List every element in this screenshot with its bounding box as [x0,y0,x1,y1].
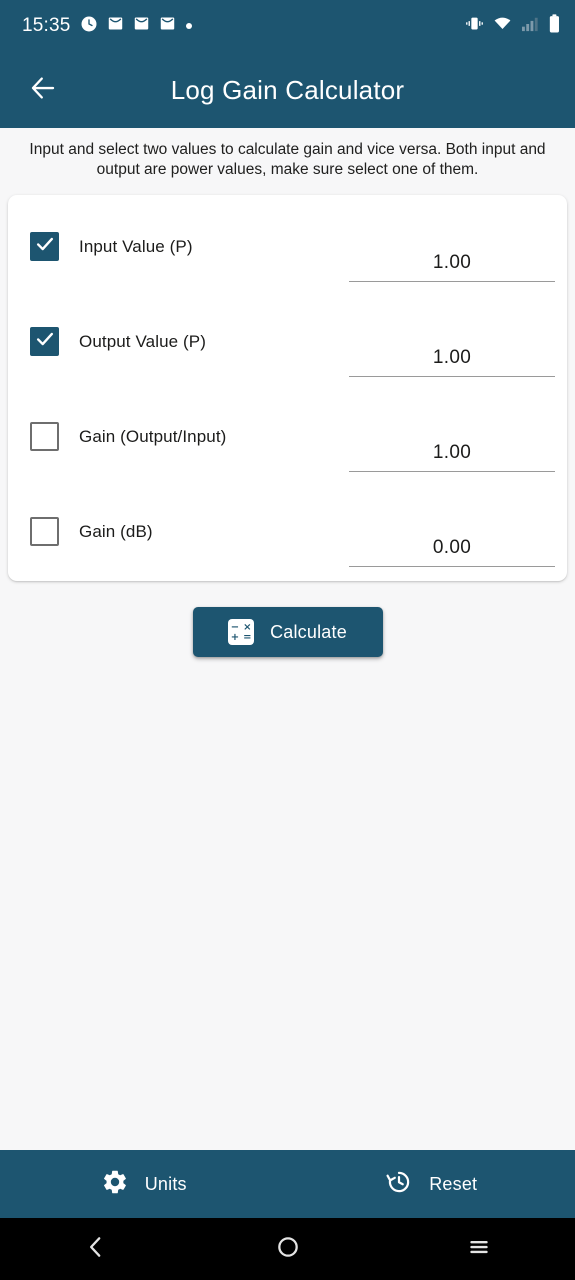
row-left-gain-ratio: Gain (Output/Input) [8,422,349,452]
mail-icon [159,15,176,37]
minus-glyph: − [230,621,240,633]
mail-icon [133,15,150,37]
history-restore-icon [385,1168,413,1201]
calculator-card: Input Value (P) 1.00 Output Value (P) 1.… [8,195,567,582]
circle-icon [275,1234,301,1265]
label-input-value-p: Input Value (P) [79,236,193,256]
battery-full-icon [548,14,561,38]
row-right-input-value-p: 1.00 [349,199,567,294]
android-back-button[interactable] [0,1218,192,1280]
status-bar-right [465,14,561,38]
alarm-clock-icon [80,15,98,38]
hamburger-icon [466,1234,492,1265]
vibrate-icon [465,15,484,37]
bottom-item-label-reset: Reset [429,1173,478,1194]
row-output-value-p: Output Value (P) 1.00 [8,294,567,389]
row-gain-db: Gain (dB) 0.00 [8,484,567,579]
bottom-item-units[interactable]: Units [0,1150,288,1218]
arrow-left-icon [28,73,58,108]
check-icon [34,233,56,260]
cellular-signal-icon [521,16,539,37]
input-field-gain-ratio[interactable]: 1.00 [349,442,555,473]
input-field-gain-db[interactable]: 0.00 [349,537,555,568]
row-left-input-value-p: Input Value (P) [8,232,349,262]
input-field-input-value-p[interactable]: 1.00 [349,252,555,283]
label-output-value-p: Output Value (P) [79,331,206,351]
row-input-value-p: Input Value (P) 1.00 [8,199,567,294]
calculate-button-wrap: − × + = Calculate [0,607,575,658]
row-left-gain-db: Gain (dB) [8,517,349,547]
checkbox-gain-db[interactable] [30,517,59,547]
row-gain-ratio: Gain (Output/Input) 1.00 [8,389,567,484]
input-value-gain-db: 0.00 [432,537,472,559]
page-title: Log Gain Calculator [170,74,405,105]
input-value-gain-ratio: 1.00 [432,442,472,464]
plus-glyph: + [230,631,240,643]
label-gain-ratio: Gain (Output/Input) [79,426,227,446]
android-nav-bar [0,1218,575,1280]
calculate-button[interactable]: − × + = Calculate [192,607,383,658]
input-value-output-value-p: 1.00 [432,347,472,369]
bottom-bar: Units Reset [0,1150,575,1218]
checkbox-gain-ratio[interactable] [30,422,59,452]
dot-indicator-icon [185,17,193,35]
checkbox-output-value-p[interactable] [30,327,59,357]
android-home-button[interactable] [192,1218,384,1280]
gear-icon [101,1168,129,1201]
equals-glyph: = [243,631,252,643]
app-bar: Log Gain Calculator [0,52,575,128]
android-recents-button[interactable] [383,1218,575,1280]
checkbox-input-value-p[interactable] [30,232,59,262]
description-text: Input and select two values to calculate… [29,141,546,178]
row-right-gain-ratio: 1.00 [349,389,567,484]
status-bar-left: 15:35 [22,15,465,38]
calculator-icon-row-bottom: + = [230,631,252,643]
label-gain-db: Gain (dB) [79,521,153,541]
calculator-icon: − × + = [228,619,255,646]
status-bar: 15:35 [0,0,575,52]
input-field-output-value-p[interactable]: 1.00 [349,347,555,378]
mail-icon [107,15,124,37]
bottom-item-label-units: Units [144,1173,187,1194]
times-glyph: × [243,621,252,633]
chevron-left-icon [83,1234,109,1265]
row-right-output-value-p: 1.00 [349,294,567,389]
input-value-input-value-p: 1.00 [432,252,472,274]
row-right-gain-db: 0.00 [349,484,567,579]
row-left-output-value-p: Output Value (P) [8,327,349,357]
calculate-button-label: Calculate [270,621,347,642]
back-button[interactable] [12,59,74,121]
bottom-item-reset[interactable]: Reset [288,1150,575,1218]
check-icon [34,328,56,355]
calculator-icon-row-top: − × [230,621,252,633]
status-clock: 15:35 [22,15,71,36]
wifi-no-internet-icon [493,15,512,37]
